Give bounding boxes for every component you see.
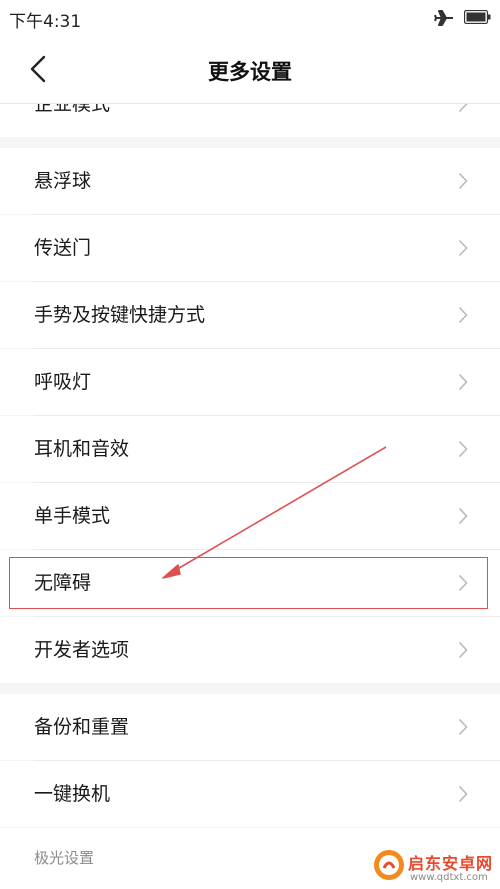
battery-icon: [464, 10, 491, 24]
list-item-label: 耳机和音效: [34, 438, 130, 460]
list-item-portal[interactable]: 传送门: [0, 215, 500, 281]
watermark-url: www.qdtxt.com: [410, 872, 488, 883]
chevron-right-icon: [458, 373, 468, 391]
annotation-highlight-box: [9, 557, 488, 609]
chevron-right-icon: [458, 172, 468, 190]
chevron-right-icon: [458, 785, 468, 803]
title-bar: 更多设置: [0, 36, 500, 104]
list-item-label: 开发者选项: [34, 639, 130, 661]
list-item-phone-migration[interactable]: 一键换机: [0, 761, 500, 827]
list-item-one-handed-mode[interactable]: 单手模式: [0, 483, 500, 549]
list-item-backup-reset[interactable]: 备份和重置: [0, 694, 500, 760]
list-item-floating-ball[interactable]: 悬浮球: [0, 148, 500, 214]
list-item-label: 备份和重置: [34, 716, 130, 738]
status-time: 下午4:31: [9, 12, 82, 32]
chevron-right-icon: [458, 440, 468, 458]
settings-list[interactable]: 企业模式 悬浮球 传送门 手势及按键快捷方式 呼吸灯 耳机和音效 单手模式 无障…: [0, 104, 500, 889]
list-item-gesture-shortcuts[interactable]: 手势及按键快捷方式: [0, 282, 500, 348]
watermark: 启东安卓网 www.qdtxt.com: [372, 846, 500, 889]
list-item-label: 单手模式: [34, 505, 111, 527]
list-item-label: 企业模式: [34, 104, 111, 115]
chevron-right-icon: [458, 104, 468, 113]
list-item-enterprise-mode[interactable]: 企业模式: [0, 104, 500, 137]
chevron-right-icon: [458, 507, 468, 525]
section-header-label: 极光设置: [34, 849, 95, 867]
chevron-right-icon: [458, 306, 468, 324]
status-bar: 下午4:31: [0, 0, 500, 36]
list-item-label: 呼吸灯: [34, 371, 92, 393]
list-item-developer-options[interactable]: 开发者选项: [0, 617, 500, 683]
airplane-icon: [434, 10, 453, 26]
watermark-logo-icon: [374, 850, 404, 880]
list-item-label: 传送门: [34, 237, 92, 259]
list-item-headphones-audio[interactable]: 耳机和音效: [0, 416, 500, 482]
chevron-right-icon: [458, 718, 468, 736]
list-item-label: 悬浮球: [34, 170, 92, 192]
chevron-right-icon: [458, 239, 468, 257]
list-item-notification-light[interactable]: 呼吸灯: [0, 349, 500, 415]
list-item-label: 手势及按键快捷方式: [34, 304, 206, 326]
chevron-right-icon: [458, 641, 468, 659]
watermark-title: 启东安卓网: [408, 854, 494, 873]
list-item-label: 一键换机: [34, 783, 111, 805]
page-title: 更多设置: [208, 60, 292, 84]
